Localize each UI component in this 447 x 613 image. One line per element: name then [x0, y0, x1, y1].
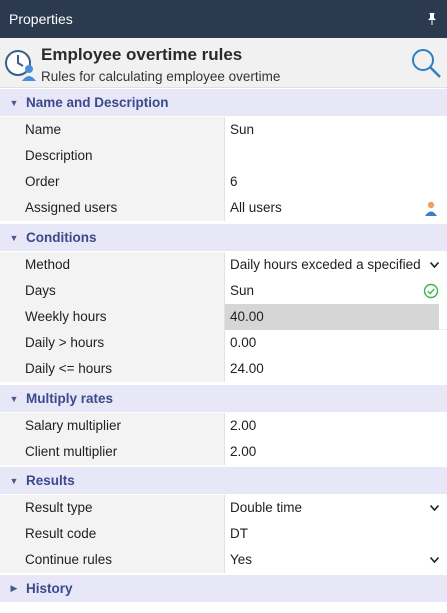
chevron-down-icon[interactable] — [430, 262, 439, 268]
name-input[interactable]: Sun — [224, 117, 447, 143]
section-name-description[interactable]: ▼ Name and Description — [0, 89, 447, 117]
order-input[interactable]: 6 — [224, 169, 447, 195]
field-row-continue-rules: Continue rules Yes — [0, 547, 447, 573]
section-conditions[interactable]: ▼ Conditions — [0, 224, 447, 252]
page-title: Employee overtime rules — [41, 45, 243, 64]
pin-icon[interactable] — [426, 12, 438, 26]
section-label: Conditions — [26, 230, 97, 245]
field-label: Days — [0, 278, 224, 304]
field-label: Salary multiplier — [0, 413, 224, 439]
continue-rules-select[interactable]: Yes — [224, 547, 447, 573]
section-label: History — [26, 581, 73, 596]
expand-arrow-icon[interactable]: ▶ — [2, 583, 26, 594]
field-label: Weekly hours — [0, 304, 224, 330]
client-multiplier-input[interactable]: 2.00 — [224, 439, 447, 465]
chevron-down-icon[interactable] — [430, 505, 439, 511]
section-results[interactable]: ▼ Results — [0, 467, 447, 495]
section-label: Multiply rates — [26, 391, 114, 406]
field-label: Assigned users — [0, 195, 224, 221]
field-row-assigned-users: Assigned users All users — [0, 195, 447, 221]
weekly-hours-input[interactable]: 40.00 — [224, 304, 439, 330]
field-label: Daily > hours — [0, 330, 224, 356]
field-row-name: Name Sun — [0, 117, 447, 143]
panel-header: Employee overtime rules Rules for calcul… — [0, 38, 447, 88]
section-multiply-rates[interactable]: ▼ Multiply rates — [0, 385, 447, 413]
field-row-weekly-hours: Weekly hours 40.00 — [0, 304, 447, 330]
result-code-input[interactable]: DT — [224, 521, 447, 547]
daily-gt-input[interactable]: 0.00 — [224, 330, 447, 356]
chevron-down-icon[interactable] — [430, 557, 439, 563]
salary-multiplier-input[interactable]: 2.00 — [224, 413, 447, 439]
field-row-daily-lte: Daily <= hours 24.00 — [0, 356, 447, 382]
daily-lte-input[interactable]: 24.00 — [224, 356, 447, 382]
description-input[interactable] — [224, 143, 447, 169]
page-subtitle: Rules for calculating employee overtime — [41, 69, 281, 84]
section-history[interactable]: ▶ History — [0, 575, 447, 603]
field-label: Description — [0, 143, 224, 169]
field-row-daily-gt: Daily > hours 0.00 — [0, 330, 447, 356]
collapse-arrow-icon[interactable]: ▼ — [2, 98, 26, 108]
method-select[interactable]: Daily hours exceded a specified — [224, 252, 447, 278]
collapse-arrow-icon[interactable]: ▼ — [2, 476, 26, 486]
user-icon[interactable] — [423, 200, 439, 216]
check-circle-icon[interactable] — [423, 283, 439, 299]
field-label: Client multiplier — [0, 439, 224, 465]
panel-title: Properties — [9, 11, 73, 27]
result-type-select[interactable]: Double time — [224, 495, 447, 521]
field-label: Continue rules — [0, 547, 224, 573]
field-row-order: Order 6 — [0, 169, 447, 195]
field-row-result-code: Result code DT — [0, 521, 447, 547]
search-icon[interactable] — [410, 47, 442, 79]
field-label: Order — [0, 169, 224, 195]
field-row-result-type: Result type Double time — [0, 495, 447, 521]
field-label: Method — [0, 252, 224, 278]
field-row-salary-multiplier: Salary multiplier 2.00 — [0, 413, 447, 439]
collapse-arrow-icon[interactable]: ▼ — [2, 394, 26, 404]
field-label: Name — [0, 117, 224, 143]
field-row-description: Description — [0, 143, 447, 169]
panel-titlebar: Properties — [0, 0, 447, 38]
field-label: Result type — [0, 495, 224, 521]
collapse-arrow-icon[interactable]: ▼ — [2, 233, 26, 243]
field-row-days: Days Sun — [0, 278, 447, 304]
field-row-method: Method Daily hours exceded a specified — [0, 252, 447, 278]
clock-user-icon — [5, 50, 36, 81]
field-label: Result code — [0, 521, 224, 547]
section-label: Name and Description — [26, 95, 169, 110]
section-label: Results — [26, 473, 75, 488]
field-row-client-multiplier: Client multiplier 2.00 — [0, 439, 447, 465]
field-label: Daily <= hours — [0, 356, 224, 382]
days-value[interactable]: Sun — [224, 278, 447, 304]
assigned-users-value[interactable]: All users — [224, 195, 447, 221]
